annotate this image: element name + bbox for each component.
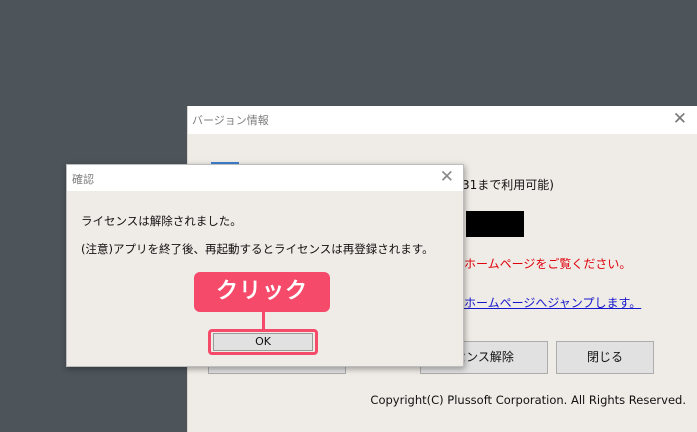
click-annotation-label: クリック (194, 272, 330, 312)
confirm-message-line1: ライセンスは解除されました。 (81, 214, 242, 228)
version-info-close-icon[interactable]: ✕ (673, 109, 687, 129)
version-info-title: バージョン情報 (192, 114, 269, 127)
confirm-titlebar: 確認 ✕ (67, 165, 463, 191)
close-button[interactable]: 閉じる (556, 341, 654, 374)
homepage-link[interactable]: ホームページへジャンプします。 (464, 294, 641, 311)
click-annotation-connector (262, 312, 265, 330)
notice-text: ホームページをご覧ください。 (464, 257, 632, 271)
redacted-block (466, 211, 524, 237)
license-availability-text: 31まで利用可能) (462, 178, 554, 192)
confirm-message-line2: (注意)アプリを終了後、再起動するとライセンスは再登録されます。 (81, 242, 434, 256)
ok-button[interactable]: OK (213, 333, 313, 351)
confirm-close-icon[interactable]: ✕ (440, 167, 454, 187)
version-info-titlebar: バージョン情報 ✕ (188, 106, 697, 134)
confirm-title: 確認 (72, 173, 94, 186)
copyright-text: Copyright(C) Plussoft Corporation. All R… (370, 393, 686, 407)
